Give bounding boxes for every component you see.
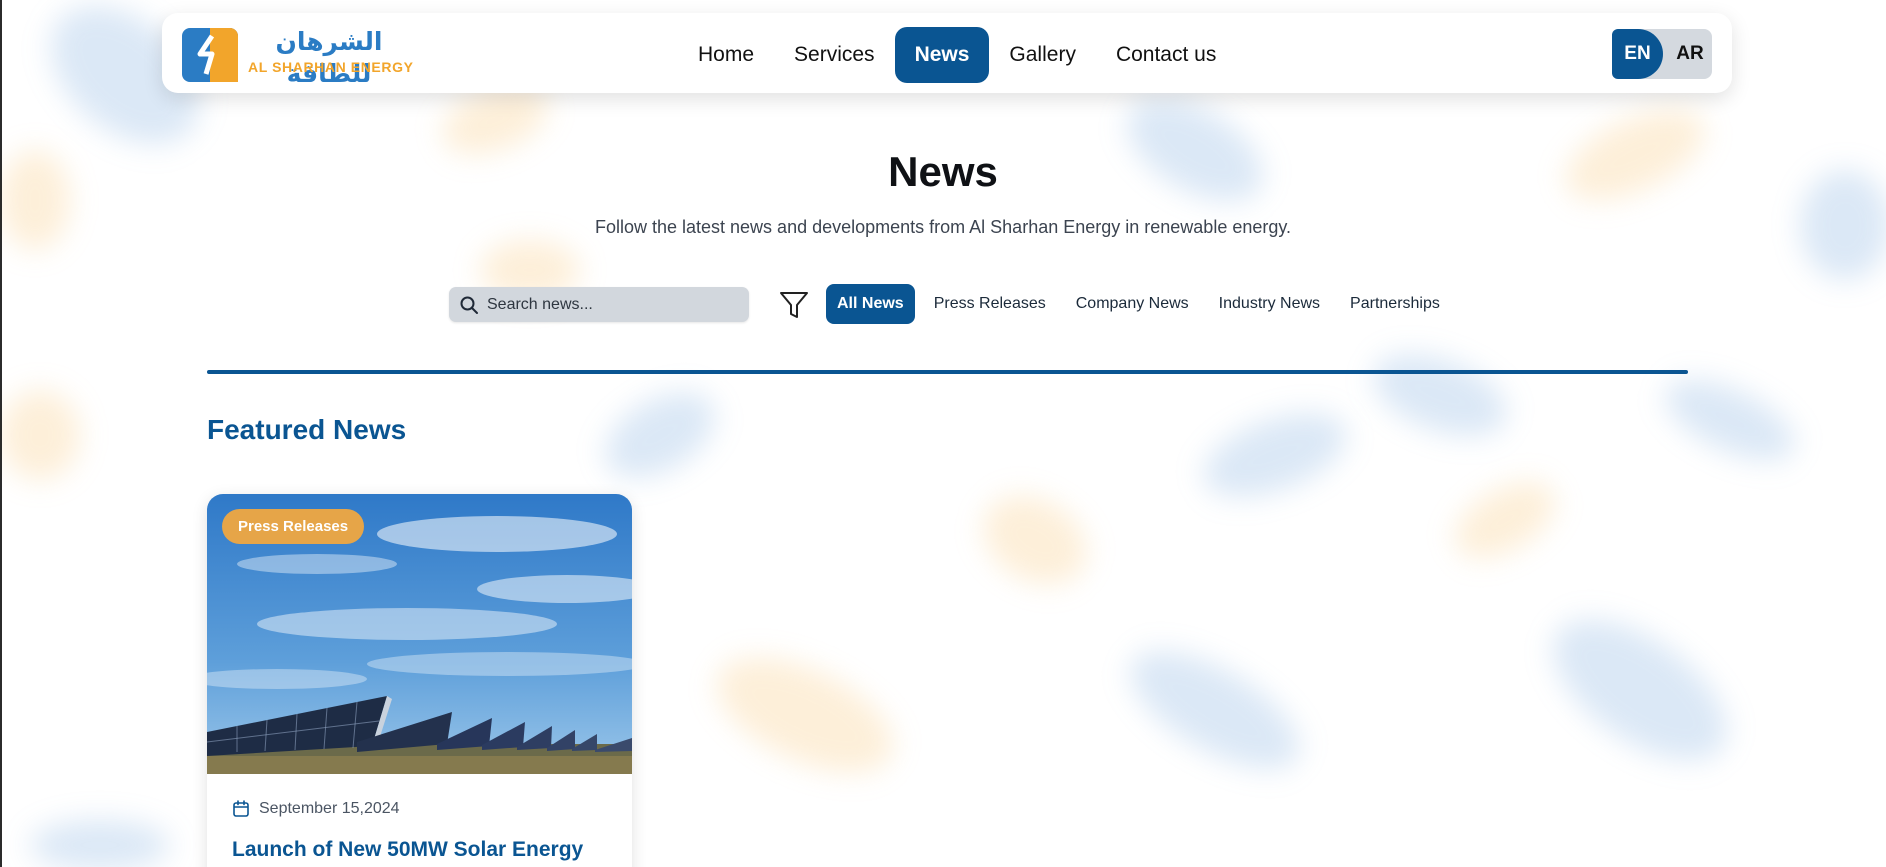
news-date: September 15,2024 (259, 800, 400, 817)
lang-en-button[interactable]: EN (1612, 29, 1663, 79)
news-card[interactable]: Press Releases September 15,2024 Launch … (207, 494, 632, 867)
logo-mark-icon (182, 28, 238, 82)
search-box (449, 287, 749, 322)
nav-home[interactable]: Home (678, 27, 774, 83)
category-badge: Press Releases (222, 509, 365, 544)
search-input[interactable] (487, 291, 742, 318)
page-subtitle: Follow the latest news and developments … (594, 217, 1292, 237)
nav-services[interactable]: Services (774, 27, 895, 83)
logo[interactable]: الشرهان للطاقة AL SHARHAN ENERGY (182, 26, 414, 88)
search-icon (460, 296, 478, 314)
date-row: September 15,2024 (232, 800, 400, 818)
nav-contact[interactable]: Contact us (1096, 27, 1236, 83)
filter-partnerships[interactable]: Partnerships (1339, 284, 1451, 324)
section-divider (207, 370, 1688, 374)
logo-english-text: AL SHARHAN ENERGY (248, 59, 414, 75)
category-filters: All News Press Releases Company News Ind… (826, 284, 1459, 324)
language-switcher: EN AR (1612, 29, 1712, 79)
page-title: News (888, 148, 998, 195)
window-edge (0, 0, 2, 867)
site-header: الشرهان للطاقة AL SHARHAN ENERGY Home Se… (162, 13, 1732, 93)
filter-industry-news[interactable]: Industry News (1208, 284, 1331, 324)
nav-gallery[interactable]: Gallery (989, 27, 1096, 83)
filter-all-news[interactable]: All News (826, 284, 915, 324)
filter-press-releases[interactable]: Press Releases (923, 284, 1057, 324)
calendar-icon (233, 800, 249, 817)
filter-company-news[interactable]: Company News (1065, 284, 1200, 324)
news-title[interactable]: Launch of New 50MW Solar Energy (232, 838, 612, 862)
lang-ar-button[interactable]: AR (1670, 29, 1710, 79)
logo-arabic-text: الشرهان للطاقة (275, 27, 383, 88)
filter-icon[interactable] (778, 289, 810, 321)
main-nav: Home Services News Gallery Contact us (678, 27, 1236, 83)
nav-news[interactable]: News (894, 27, 990, 83)
featured-news-heading: Featured News (207, 414, 407, 445)
